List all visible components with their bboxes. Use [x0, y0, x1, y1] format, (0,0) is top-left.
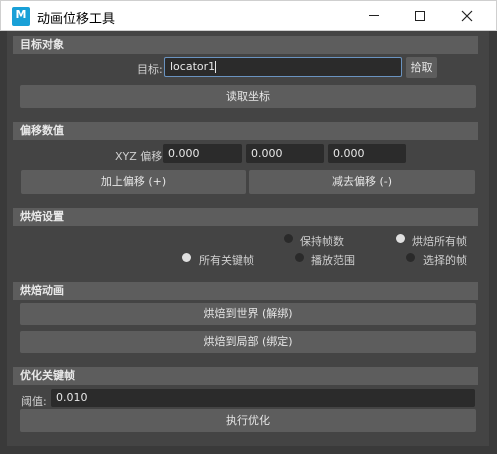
- subtract-offset-button[interactable]: 减去偏移 (-): [249, 170, 475, 194]
- section-header-optimize[interactable]: 优化关键帧: [13, 367, 478, 385]
- maximize-icon: [415, 10, 425, 21]
- threshold-field[interactable]: 0.010: [51, 389, 475, 407]
- window-border-bottom: [0, 446, 497, 454]
- offset-z-field[interactable]: 0.000: [328, 144, 406, 163]
- maximize-button[interactable]: [397, 1, 443, 31]
- maya-app-icon: M: [12, 7, 30, 26]
- window-border-left: [0, 31, 7, 446]
- bake-to-world-button[interactable]: 烘焙到世界 (解绑): [20, 303, 476, 325]
- run-optimize-button[interactable]: 执行优化: [20, 409, 476, 432]
- pick-button[interactable]: 拾取: [406, 57, 437, 78]
- close-icon: [461, 10, 473, 21]
- radio-all-keyframes-label[interactable]: 所有关键帧: [199, 252, 254, 268]
- threshold-label: 阈值:: [21, 395, 47, 408]
- section-header-offset[interactable]: 偏移数值: [13, 122, 478, 140]
- title-bar: M 动画位移工具: [0, 0, 497, 31]
- radio-playback-range[interactable]: [295, 253, 304, 262]
- radio-all-keyframes[interactable]: [182, 253, 191, 262]
- radio-bake-all-frames[interactable]: [396, 234, 405, 243]
- target-field[interactable]: locator1: [164, 57, 402, 77]
- minimize-icon: [369, 15, 379, 16]
- text-cursor: [215, 61, 217, 73]
- radio-keep-frames[interactable]: [284, 234, 293, 243]
- section-header-target[interactable]: 目标对象: [13, 36, 478, 54]
- section-header-bake-anim[interactable]: 烘焙动画: [13, 282, 478, 300]
- minimize-button[interactable]: [351, 1, 397, 31]
- read-coords-button[interactable]: 读取坐标: [20, 85, 476, 108]
- radio-keep-frames-label[interactable]: 保持帧数: [300, 233, 344, 249]
- radio-bake-all-frames-label[interactable]: 烘焙所有帧: [412, 233, 467, 249]
- add-offset-button[interactable]: 加上偏移 (+): [21, 170, 246, 194]
- offset-label: XYZ 偏移:: [115, 150, 166, 163]
- section-header-bake-settings[interactable]: 烘焙设置: [13, 208, 478, 226]
- window-border-right: [489, 31, 497, 454]
- offset-y-field[interactable]: 0.000: [246, 144, 324, 163]
- target-field-value: locator1: [170, 60, 216, 73]
- radio-selected-frames-label[interactable]: 选择的帧: [423, 252, 467, 268]
- bake-to-local-button[interactable]: 烘焙到局部 (绑定): [20, 331, 476, 353]
- target-label: 目标:: [137, 63, 163, 76]
- window-title: 动画位移工具: [37, 12, 116, 27]
- close-button[interactable]: [444, 1, 490, 31]
- radio-selected-frames[interactable]: [406, 253, 415, 262]
- offset-x-field[interactable]: 0.000: [163, 144, 242, 163]
- radio-playback-range-label[interactable]: 播放范围: [311, 252, 355, 268]
